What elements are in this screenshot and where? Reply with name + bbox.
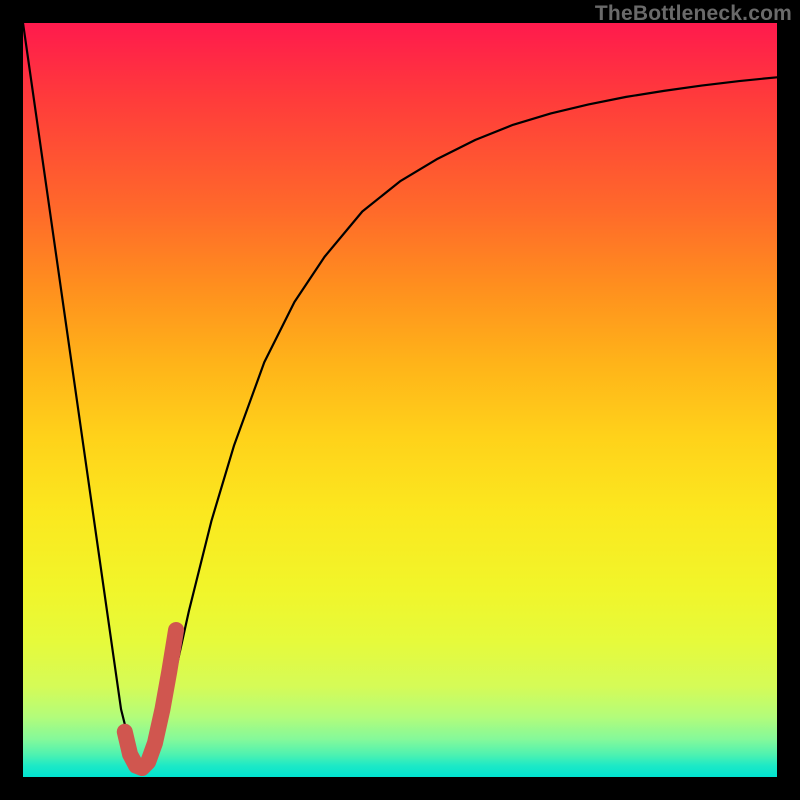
- bottleneck-curve: [23, 23, 777, 769]
- chart-frame: TheBottleneck.com: [0, 0, 800, 800]
- plot-area: [23, 23, 777, 777]
- curve-layer: [23, 23, 777, 777]
- highlight-hook: [125, 630, 176, 768]
- watermark-text: TheBottleneck.com: [595, 2, 792, 26]
